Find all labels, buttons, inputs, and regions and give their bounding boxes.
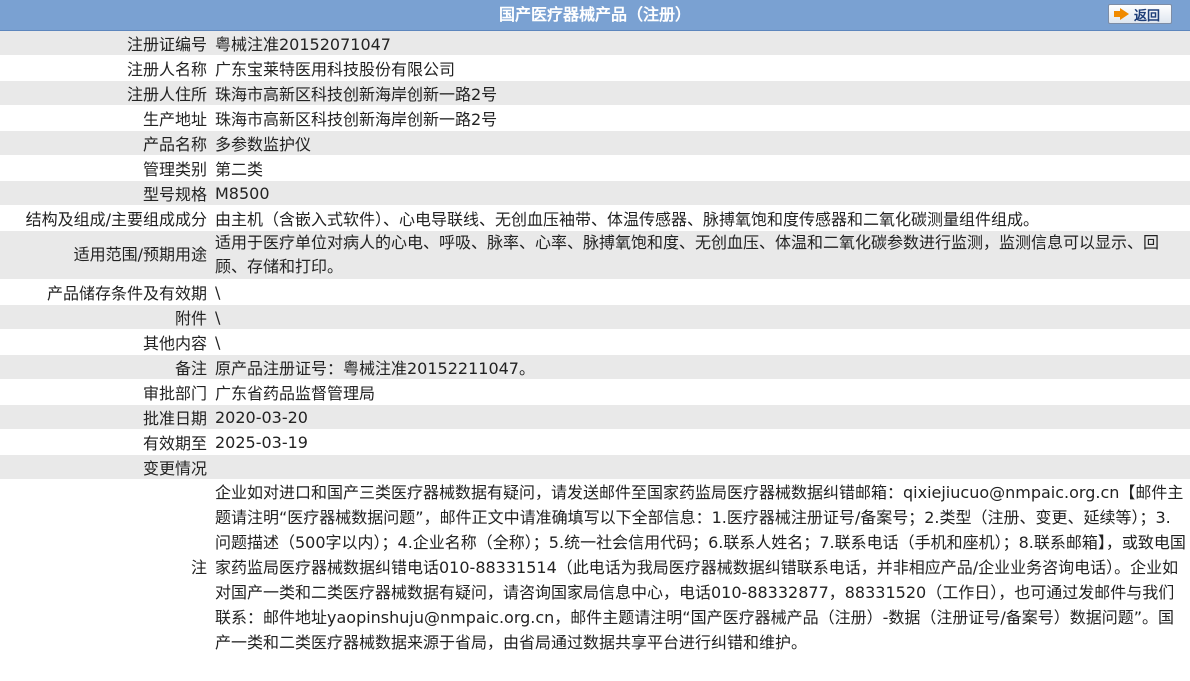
table-row: 型号规格 M8500 — [0, 180, 1190, 206]
table-row: 注册人名称 广东宝莱特医用科技股份有限公司 — [0, 55, 1190, 81]
back-button-label: 返回 — [1133, 8, 1160, 24]
field-label: 注册人名称 — [126, 60, 207, 79]
back-button[interactable]: 返回 — [1108, 4, 1172, 24]
field-value: \ — [215, 307, 221, 327]
field-label: 适用范围/预期用途 — [73, 245, 207, 264]
field-value: 由主机（含嵌入式软件）、心电导联线、无创血压袖带、体温传感器、脉搏氧饱和度传感器… — [215, 210, 1040, 229]
table-row: 产品名称 多参数监护仪 — [0, 130, 1190, 156]
field-value: \ — [215, 282, 221, 302]
table-row: 注册证编号 粤械注准20152071047 — [0, 31, 1190, 56]
table-row: 备注 原产品注册证号：粤械注准20152211047。 — [0, 354, 1190, 380]
field-label: 其他内容 — [142, 334, 207, 353]
field-label: 注册证编号 — [126, 35, 207, 54]
note-row: 注 企业如对进口和国产三类医疗器械数据有疑问，请发送邮件至国家药监局医疗器械数据… — [0, 479, 1190, 656]
field-label: 有效期至 — [142, 434, 207, 453]
field-label: 产品储存条件及有效期 — [46, 284, 207, 303]
field-value: 广东宝莱特医用科技股份有限公司 — [215, 60, 456, 79]
field-label: 批准日期 — [142, 409, 207, 428]
table-row: 注册人住所 珠海市高新区科技创新海岸创新一路2号 — [0, 80, 1190, 106]
field-value: \ — [215, 332, 221, 352]
field-value: 多参数监护仪 — [215, 135, 312, 154]
field-label: 附件 — [174, 309, 207, 328]
field-value: 珠海市高新区科技创新海岸创新一路2号 — [215, 85, 498, 104]
table-row: 附件 \ — [0, 304, 1190, 330]
field-value: 2020-03-20 — [215, 407, 308, 427]
field-value: 适用于医疗单位对病人的心电、呼吸、脉率、心率、脉搏氧饱和度、无创血压、体温和二氧… — [215, 233, 1160, 276]
field-label: 变更情况 — [142, 459, 207, 478]
field-value: 第二类 — [215, 160, 264, 179]
field-value: M8500 — [215, 183, 270, 203]
page-title: 国产医疗器械产品（注册） — [498, 5, 691, 24]
detail-page: 国产医疗器械产品（注册） 返回 注册证编号 粤械注准20152071047 注册… — [0, 0, 1190, 656]
table-row: 管理类别 第二类 — [0, 155, 1190, 181]
table-row: 其他内容 \ — [0, 329, 1190, 355]
field-value: 广东省药品监督管理局 — [215, 384, 376, 403]
table-row: 适用范围/预期用途 适用于医疗单位对病人的心电、呼吸、脉率、心率、脉搏氧饱和度、… — [0, 230, 1190, 280]
arrow-right-icon — [1113, 8, 1129, 20]
detail-table: 注册证编号 粤械注准20152071047 注册人名称 广东宝莱特医用科技股份有… — [0, 31, 1190, 656]
field-value: 2025-03-19 — [215, 432, 308, 452]
table-row: 生产地址 珠海市高新区科技创新海岸创新一路2号 — [0, 105, 1190, 131]
page-header: 国产医疗器械产品（注册） 返回 — [0, 0, 1190, 31]
table-row: 结构及组成/主要组成成分 由主机（含嵌入式软件）、心电导联线、无创血压袖带、体温… — [0, 205, 1190, 231]
field-label: 型号规格 — [142, 185, 207, 204]
table-row: 变更情况 — [0, 454, 1190, 480]
field-label: 备注 — [174, 359, 207, 378]
table-row: 产品储存条件及有效期 \ — [0, 279, 1190, 305]
field-value: 粤械注准20152071047 — [215, 35, 391, 54]
table-row: 批准日期 2020-03-20 — [0, 404, 1190, 430]
table-row: 有效期至 2025-03-19 — [0, 429, 1190, 455]
field-value — [211, 455, 1190, 480]
field-value: 珠海市高新区科技创新海岸创新一路2号 — [215, 110, 498, 129]
note-label: 注 — [190, 558, 207, 577]
field-label: 注册人住所 — [126, 85, 207, 104]
field-label: 产品名称 — [142, 135, 207, 154]
field-label: 审批部门 — [142, 384, 207, 403]
table-row: 审批部门 广东省药品监督管理局 — [0, 379, 1190, 405]
field-label: 生产地址 — [142, 110, 207, 129]
field-value: 原产品注册证号：粤械注准20152211047。 — [215, 359, 535, 378]
field-label: 结构及组成/主要组成成分 — [25, 210, 207, 229]
note-text: 企业如对进口和国产三类医疗器械数据有疑问，请发送邮件至国家药监局医疗器械数据纠错… — [215, 483, 1186, 652]
field-label: 管理类别 — [142, 160, 207, 179]
